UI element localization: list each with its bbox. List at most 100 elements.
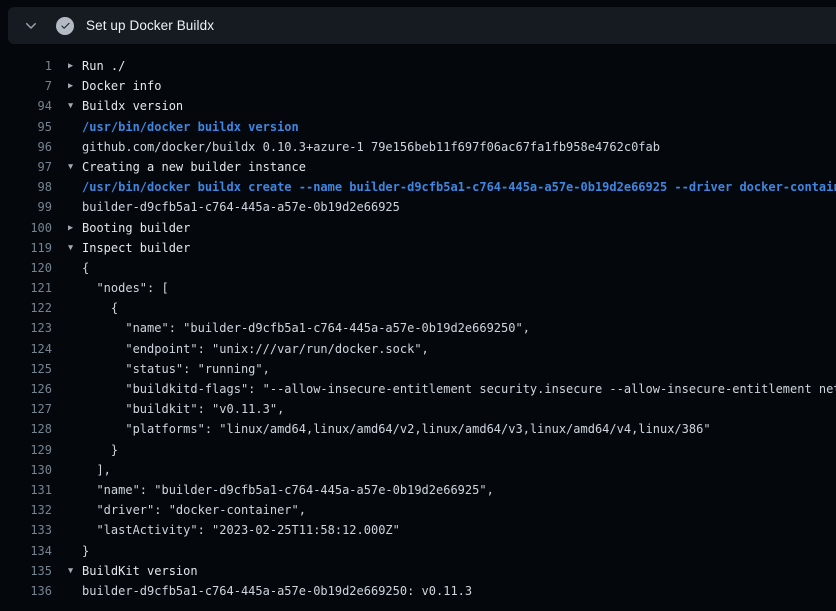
log-line: 124 "endpoint": "unix:///var/run/docker.… bbox=[0, 339, 836, 359]
log-line-text: "driver": "docker-container", bbox=[82, 500, 306, 520]
group-arrow-icon[interactable]: ▼ bbox=[68, 96, 82, 116]
log-line-number[interactable]: 121 bbox=[0, 278, 52, 298]
group-arrow-icon bbox=[68, 137, 82, 157]
log-line-text: BuildKit version bbox=[82, 561, 198, 581]
check-circle-icon bbox=[56, 17, 74, 35]
log-line-text: "nodes": [ bbox=[82, 278, 169, 298]
group-arrow-icon bbox=[68, 500, 82, 520]
log-group-header[interactable]: 119 ▼ Inspect builder bbox=[0, 238, 836, 258]
group-arrow-icon bbox=[68, 581, 82, 601]
log-line: 132 "driver": "docker-container", bbox=[0, 500, 836, 520]
log-line-number[interactable]: 128 bbox=[0, 419, 52, 439]
group-arrow-icon[interactable]: ▶ bbox=[68, 56, 82, 76]
log-line-number[interactable]: 134 bbox=[0, 541, 52, 561]
group-arrow-icon bbox=[68, 339, 82, 359]
log-line-text: "buildkit": "v0.11.3", bbox=[82, 399, 284, 419]
group-arrow-icon bbox=[68, 278, 82, 298]
log-line-number[interactable]: 99 bbox=[0, 197, 52, 217]
log-line-text: } bbox=[82, 440, 118, 460]
log-line: 123 "name": "builder-d9cfb5a1-c764-445a-… bbox=[0, 318, 836, 338]
log-line-number[interactable]: 122 bbox=[0, 298, 52, 318]
log-line-number[interactable]: 129 bbox=[0, 440, 52, 460]
group-arrow-icon bbox=[68, 318, 82, 338]
log-group-header[interactable]: 7 ▶ Docker info bbox=[0, 76, 836, 96]
log-line-number[interactable]: 96 bbox=[0, 137, 52, 157]
group-arrow-icon bbox=[68, 258, 82, 278]
log-line-text: Creating a new builder instance bbox=[82, 157, 306, 177]
log-line-number[interactable]: 125 bbox=[0, 359, 52, 379]
log-group-header[interactable]: 135 ▼ BuildKit version bbox=[0, 561, 836, 581]
group-arrow-icon bbox=[68, 298, 82, 318]
log-line: 122 { bbox=[0, 298, 836, 318]
group-arrow-icon bbox=[68, 117, 82, 137]
log-line-text: ], bbox=[82, 460, 111, 480]
group-arrow-icon[interactable]: ▶ bbox=[68, 218, 82, 238]
log-line-number[interactable]: 98 bbox=[0, 177, 52, 197]
log-line-number[interactable]: 100 bbox=[0, 218, 52, 238]
log-line-number[interactable]: 120 bbox=[0, 258, 52, 278]
log-line-text: "platforms": "linux/amd64,linux/amd64/v2… bbox=[82, 419, 711, 439]
log-line-number[interactable]: 7 bbox=[0, 76, 52, 96]
log-group-header[interactable]: 100 ▶ Booting builder bbox=[0, 218, 836, 238]
log-line: 121 "nodes": [ bbox=[0, 278, 836, 298]
log-line-number[interactable]: 123 bbox=[0, 318, 52, 338]
group-arrow-icon bbox=[68, 399, 82, 419]
log-line-number[interactable]: 135 bbox=[0, 561, 52, 581]
log-line-text: github.com/docker/buildx 0.10.3+azure-1 … bbox=[82, 137, 660, 157]
group-arrow-icon bbox=[68, 440, 82, 460]
log-line: 96 github.com/docker/buildx 0.10.3+azure… bbox=[0, 137, 836, 157]
log-line-number[interactable]: 133 bbox=[0, 520, 52, 540]
log-line: 136 builder-d9cfb5a1-c764-445a-a57e-0b19… bbox=[0, 581, 836, 601]
log-line-text: /usr/bin/docker buildx create --name bui… bbox=[82, 177, 836, 197]
log-line-text: "endpoint": "unix:///var/run/docker.sock… bbox=[82, 339, 429, 359]
group-arrow-icon bbox=[68, 177, 82, 197]
log-line-number[interactable]: 130 bbox=[0, 460, 52, 480]
log-line: 98 /usr/bin/docker buildx create --name … bbox=[0, 177, 836, 197]
log-line-number[interactable]: 127 bbox=[0, 399, 52, 419]
log-line: 129 } bbox=[0, 440, 836, 460]
log-line-text: { bbox=[82, 298, 118, 318]
log-line: 133 "lastActivity": "2023-02-25T11:58:12… bbox=[0, 520, 836, 540]
log-line-number[interactable]: 95 bbox=[0, 117, 52, 137]
log-line-number[interactable]: 136 bbox=[0, 581, 52, 601]
log-line-number[interactable]: 1 bbox=[0, 56, 52, 76]
log-line: 127 "buildkit": "v0.11.3", bbox=[0, 399, 836, 419]
log-line-text: Run ./ bbox=[82, 56, 125, 76]
log-line-number[interactable]: 132 bbox=[0, 500, 52, 520]
collapse-step-button[interactable] bbox=[18, 13, 44, 39]
log-line-text: "name": "builder-d9cfb5a1-c764-445a-a57e… bbox=[82, 318, 530, 338]
log-line-text: "status": "running", bbox=[82, 359, 270, 379]
group-arrow-icon[interactable]: ▼ bbox=[68, 238, 82, 258]
log-line-text: "name": "builder-d9cfb5a1-c764-445a-a57e… bbox=[82, 480, 494, 500]
log-group-header[interactable]: 94 ▼ Buildx version bbox=[0, 96, 836, 116]
group-arrow-icon[interactable]: ▼ bbox=[68, 561, 82, 581]
step-header[interactable]: Set up Docker Buildx bbox=[8, 7, 836, 44]
group-arrow-icon bbox=[68, 520, 82, 540]
log-line: 134 } bbox=[0, 541, 836, 561]
group-arrow-icon[interactable]: ▶ bbox=[68, 76, 82, 96]
log-line-text: builder-d9cfb5a1-c764-445a-a57e-0b19d2e6… bbox=[82, 197, 400, 217]
log-line: 125 "status": "running", bbox=[0, 359, 836, 379]
log-line-text: "buildkitd-flags": "--allow-insecure-ent… bbox=[82, 379, 836, 399]
log-line-text: { bbox=[82, 258, 89, 278]
log-line-text: Buildx version bbox=[82, 96, 183, 116]
chevron-down-icon bbox=[23, 18, 39, 34]
log-line-number[interactable]: 119 bbox=[0, 238, 52, 258]
log-line-number[interactable]: 124 bbox=[0, 339, 52, 359]
log-line-text: builder-d9cfb5a1-c764-445a-a57e-0b19d2e6… bbox=[82, 581, 472, 601]
log-line-text: "lastActivity": "2023-02-25T11:58:12.000… bbox=[82, 520, 400, 540]
log-line: 120 { bbox=[0, 258, 836, 278]
log-line-text: Booting builder bbox=[82, 218, 190, 238]
log-line-number[interactable]: 131 bbox=[0, 480, 52, 500]
log-line-number[interactable]: 97 bbox=[0, 157, 52, 177]
log-viewer: 1 ▶ Run ./ 7 ▶ Docker info 94 ▼ Buildx v… bbox=[0, 56, 836, 601]
log-group-header[interactable]: 1 ▶ Run ./ bbox=[0, 56, 836, 76]
log-line-number[interactable]: 94 bbox=[0, 96, 52, 116]
group-arrow-icon[interactable]: ▼ bbox=[68, 157, 82, 177]
group-arrow-icon bbox=[68, 359, 82, 379]
group-arrow-icon bbox=[68, 379, 82, 399]
log-line-number[interactable]: 126 bbox=[0, 379, 52, 399]
log-line: 128 "platforms": "linux/amd64,linux/amd6… bbox=[0, 419, 836, 439]
group-arrow-icon bbox=[68, 480, 82, 500]
log-group-header[interactable]: 97 ▼ Creating a new builder instance bbox=[0, 157, 836, 177]
